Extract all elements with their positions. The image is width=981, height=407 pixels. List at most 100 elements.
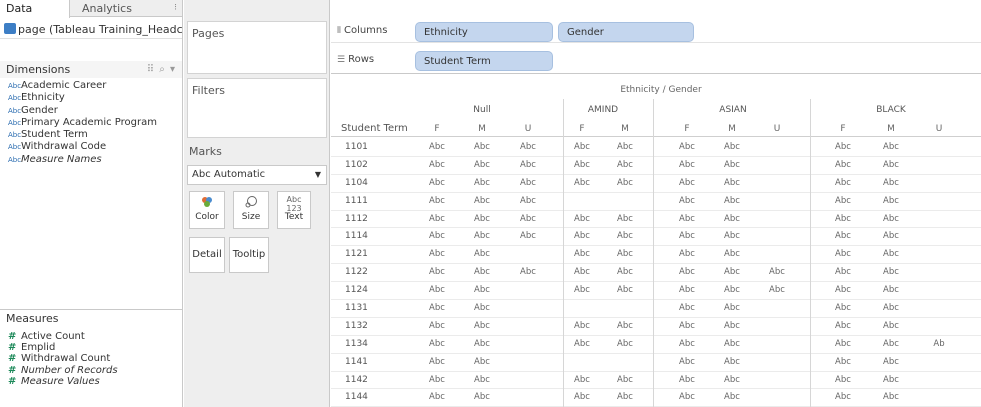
table-cell[interactable]: Abc xyxy=(876,231,906,241)
table-cell[interactable]: Abc xyxy=(672,321,702,331)
table-cell[interactable]: Abc xyxy=(422,357,452,367)
table-row[interactable]: 1111 Abc Abc Abc Abc Abc Abc Abc xyxy=(331,193,981,211)
table-cell[interactable]: Abc xyxy=(567,339,597,349)
table-row[interactable]: 1144 Abc Abc Abc Abc Abc Abc Abc Abc xyxy=(331,389,981,407)
ethnicity-header[interactable]: AMIND xyxy=(573,105,633,115)
table-cell[interactable]: Abc xyxy=(422,339,452,349)
table-cell[interactable]: Abc xyxy=(717,303,747,313)
row-term-label[interactable]: 1144 xyxy=(345,392,368,402)
table-cell[interactable]: Abc xyxy=(876,267,906,277)
dimension-item[interactable]: AbcGender xyxy=(0,105,182,117)
table-cell[interactable]: Abc xyxy=(876,214,906,224)
table-cell[interactable]: Abc xyxy=(567,267,597,277)
ethnicity-header[interactable]: BLACK xyxy=(861,105,921,115)
table-cell[interactable]: Abc xyxy=(717,285,747,295)
table-cell[interactable]: Abc xyxy=(672,375,702,385)
table-cell[interactable]: Abc xyxy=(672,231,702,241)
table-cell[interactable]: Ab xyxy=(924,339,954,349)
row-term-label[interactable]: 1134 xyxy=(345,339,368,349)
table-cell[interactable]: Abc xyxy=(467,249,497,259)
measure-item[interactable]: # Measure Values xyxy=(0,376,182,387)
measure-item[interactable]: # Active Count xyxy=(0,331,182,342)
table-cell[interactable]: Abc xyxy=(876,285,906,295)
table-row[interactable]: 1122 Abc Abc Abc Abc Abc Abc Abc Abc Abc Abc xyxy=(331,264,981,283)
table-row[interactable]: 1142 Abc Abc Abc Abc Abc Abc Abc Abc xyxy=(331,372,981,390)
table-cell[interactable]: Abc xyxy=(876,196,906,206)
table-cell[interactable]: Abc xyxy=(717,142,747,152)
dimensions-tools-icon[interactable]: ⠿ ⌕ ▾ xyxy=(147,61,176,78)
filters-card[interactable]: Filters xyxy=(187,78,327,138)
table-cell[interactable]: Abc xyxy=(828,249,858,259)
table-cell[interactable]: Abc xyxy=(717,160,747,170)
detail-button[interactable]: Detail xyxy=(189,237,225,273)
text-button[interactable]: Abc 123 Text xyxy=(277,191,311,229)
table-cell[interactable]: Abc xyxy=(567,214,597,224)
gender-header[interactable]: U xyxy=(513,124,543,134)
measure-item[interactable]: # Withdrawal Count xyxy=(0,353,182,364)
table-cell[interactable]: Abc xyxy=(717,231,747,241)
table-cell[interactable]: Abc xyxy=(513,267,543,277)
gender-header[interactable]: M xyxy=(467,124,497,134)
size-button[interactable]: Size xyxy=(233,191,269,229)
table-row[interactable]: 1134 Abc Abc Abc Abc Abc Abc Abc Abc Ab xyxy=(331,336,981,354)
table-cell[interactable]: Abc xyxy=(876,178,906,188)
pill-gender[interactable]: Gender xyxy=(558,22,694,42)
table-cell[interactable]: Abc xyxy=(672,303,702,313)
table-cell[interactable]: Abc xyxy=(672,392,702,402)
table-cell[interactable]: Abc xyxy=(422,249,452,259)
table-cell[interactable]: Abc xyxy=(717,249,747,259)
ethnicity-header[interactable]: Null xyxy=(452,105,512,115)
table-cell[interactable]: Abc xyxy=(422,214,452,224)
gender-header[interactable]: F xyxy=(672,124,702,134)
table-cell[interactable]: Abc xyxy=(467,214,497,224)
row-term-label[interactable]: 1124 xyxy=(345,285,368,295)
row-term-label[interactable]: 1104 xyxy=(345,178,368,188)
table-cell[interactable]: Abc xyxy=(422,392,452,402)
table-cell[interactable]: Abc xyxy=(610,285,640,295)
table-cell[interactable]: Abc xyxy=(567,321,597,331)
table-cell[interactable]: Abc xyxy=(876,160,906,170)
row-term-label[interactable]: 1111 xyxy=(345,196,368,206)
table-cell[interactable]: Abc xyxy=(672,285,702,295)
table-cell[interactable]: Abc xyxy=(467,303,497,313)
table-cell[interactable]: Abc xyxy=(610,178,640,188)
table-cell[interactable]: Abc xyxy=(828,231,858,241)
table-cell[interactable]: Abc xyxy=(610,214,640,224)
dimension-item[interactable]: AbcStudent Term xyxy=(0,129,182,141)
table-cell[interactable]: Abc xyxy=(567,160,597,170)
table-cell[interactable]: Abc xyxy=(876,249,906,259)
table-cell[interactable]: Abc xyxy=(717,321,747,331)
table-cell[interactable]: Abc xyxy=(828,285,858,295)
table-cell[interactable]: Abc xyxy=(828,357,858,367)
gender-header[interactable]: U xyxy=(924,124,954,134)
table-cell[interactable]: Abc xyxy=(717,196,747,206)
table-cell[interactable]: Abc xyxy=(467,285,497,295)
table-cell[interactable]: Abc xyxy=(513,196,543,206)
row-term-label[interactable]: 1114 xyxy=(345,231,368,241)
table-cell[interactable]: Abc xyxy=(610,160,640,170)
measure-item[interactable]: # Number of Records xyxy=(0,365,182,376)
row-term-label[interactable]: 1102 xyxy=(345,160,368,170)
row-term-label[interactable]: 1101 xyxy=(345,142,368,152)
table-cell[interactable]: Abc xyxy=(422,321,452,331)
table-cell[interactable]: Abc xyxy=(876,303,906,313)
gender-header[interactable]: U xyxy=(762,124,792,134)
gender-header[interactable]: M xyxy=(876,124,906,134)
gender-header[interactable]: F xyxy=(828,124,858,134)
table-cell[interactable]: Abc xyxy=(567,375,597,385)
datasource-item[interactable]: page (Tableau Training_Headc... xyxy=(0,21,182,39)
table-cell[interactable]: Abc xyxy=(610,339,640,349)
table-cell[interactable]: Abc xyxy=(876,392,906,402)
table-cell[interactable]: Abc xyxy=(422,285,452,295)
table-cell[interactable]: Abc xyxy=(717,214,747,224)
gender-header[interactable]: M xyxy=(610,124,640,134)
table-cell[interactable]: Abc xyxy=(422,160,452,170)
table-cell[interactable]: Abc xyxy=(467,357,497,367)
table-cell[interactable]: Abc xyxy=(717,339,747,349)
pane-menu-icon[interactable]: ⁝ xyxy=(174,0,177,17)
dimension-item[interactable]: AbcWithdrawal Code xyxy=(0,141,182,153)
rows-shelf[interactable]: ☰ Rows Student Term xyxy=(331,50,981,72)
table-cell[interactable]: Abc xyxy=(610,249,640,259)
table-cell[interactable]: Abc xyxy=(672,267,702,277)
table-cell[interactable]: Abc xyxy=(567,231,597,241)
